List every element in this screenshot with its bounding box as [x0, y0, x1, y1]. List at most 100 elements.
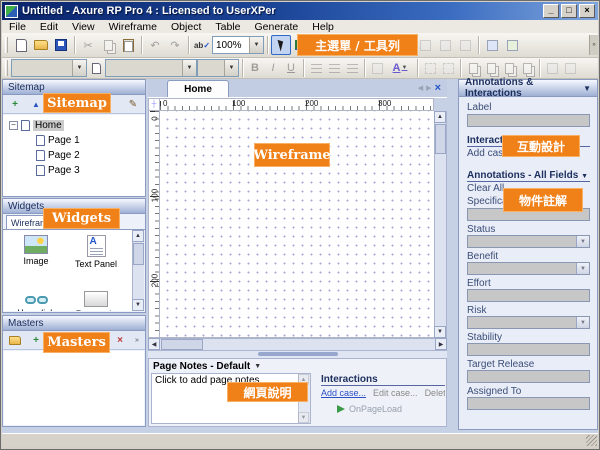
pointer-tool-button[interactable] — [271, 35, 291, 55]
copy-button[interactable] — [98, 35, 118, 55]
paste-button[interactable] — [118, 35, 138, 55]
target-release-input[interactable] — [467, 370, 590, 383]
send-to-back-button[interactable] — [482, 59, 500, 77]
scroll-down-icon[interactable]: ▼ — [298, 412, 309, 423]
text-align-right-button[interactable] — [343, 59, 361, 77]
style-select[interactable]: ▼ — [11, 59, 87, 77]
spellcheck-button[interactable]: ab✓ — [192, 35, 212, 55]
chevron-down-icon[interactable]: ▼ — [182, 60, 196, 76]
menu-wireframe[interactable]: Wireframe — [102, 21, 164, 33]
toolbar-grip[interactable] — [5, 37, 8, 53]
ungroup-button[interactable] — [439, 59, 457, 77]
open-master-button[interactable] — [7, 333, 23, 348]
style-editor-button[interactable] — [87, 59, 105, 77]
undo-button[interactable]: ↶ — [145, 35, 165, 55]
chevron-down-icon[interactable]: ▼ — [254, 363, 261, 370]
add-page-button[interactable]: + — [7, 97, 23, 112]
font-color-button[interactable]: A▼ — [386, 59, 414, 77]
scrollbar-thumb[interactable] — [161, 339, 203, 350]
menu-help[interactable]: Help — [305, 21, 341, 33]
menu-edit[interactable]: Edit — [33, 21, 65, 33]
label-input[interactable] — [467, 114, 590, 127]
bold-button[interactable]: B — [246, 59, 264, 77]
text-align-left-button[interactable] — [307, 59, 325, 77]
open-button[interactable] — [31, 35, 51, 55]
minimize-button[interactable]: _ — [543, 4, 559, 18]
new-button[interactable] — [11, 35, 31, 55]
menu-view[interactable]: View — [65, 21, 102, 33]
add-master-button[interactable]: + — [28, 333, 44, 348]
font-select[interactable]: ▼ — [105, 59, 197, 77]
edit-page-button[interactable]: ✎ — [125, 97, 141, 112]
chevron-down-icon[interactable]: ▼ — [72, 60, 86, 76]
align-objects-top-button[interactable] — [561, 59, 579, 77]
delete-master-button[interactable]: × — [112, 333, 128, 348]
chevron-down-icon[interactable]: ▼ — [576, 317, 589, 328]
line-spacing-button[interactable] — [368, 59, 386, 77]
widget-text-panel[interactable]: A Text Panel — [68, 235, 124, 269]
delete-case-link[interactable]: Delete ca — [425, 388, 445, 398]
menu-file[interactable]: File — [2, 21, 33, 33]
move-up-button[interactable]: ▲ — [28, 97, 44, 112]
canvas-vertical-scrollbar[interactable]: ▲ ▼ — [434, 111, 447, 338]
chevron-down-icon[interactable]: ▼ — [581, 173, 588, 180]
canvas-horizontal-scrollbar[interactable]: ◀ ▶ — [148, 338, 447, 351]
scroll-right-icon[interactable]: ▶ — [435, 338, 447, 350]
menu-table[interactable]: Table — [208, 21, 247, 33]
bring-forward-button[interactable] — [500, 59, 518, 77]
next-tab-icon[interactable]: ▶ — [426, 84, 431, 92]
close-button[interactable]: × — [579, 4, 595, 18]
clear-all-link[interactable]: Clear All — [467, 183, 504, 194]
align-left-button[interactable] — [415, 35, 435, 55]
menu-generate[interactable]: Generate — [247, 21, 305, 33]
underline-button[interactable]: U — [282, 59, 300, 77]
page-notes-title[interactable]: Page Notes - Default — [153, 361, 250, 372]
widget-rectangle[interactable]: Rectangle — [68, 285, 124, 311]
toolbar-overflow-button[interactable]: » — [589, 35, 598, 55]
align-center-button[interactable] — [435, 35, 455, 55]
edit-case-link[interactable]: Edit case... — [373, 388, 418, 398]
text-align-center-button[interactable] — [325, 59, 343, 77]
tab-home[interactable]: Home — [167, 80, 229, 97]
status-select[interactable]: ▼ — [467, 235, 590, 248]
chevron-down-icon[interactable]: ▼ — [576, 236, 589, 247]
table-insert-button[interactable] — [482, 35, 502, 55]
chevron-down-icon[interactable]: ▼ — [224, 60, 238, 76]
scrollbar-thumb[interactable] — [133, 243, 144, 265]
widget-hyperlink[interactable]: Hyperlink — [8, 288, 64, 311]
scroll-up-icon[interactable]: ▲ — [132, 230, 144, 242]
masters-panel-header[interactable]: Masters — [3, 316, 145, 331]
risk-select[interactable]: ▼ — [467, 316, 590, 329]
bring-to-front-button[interactable] — [464, 59, 482, 77]
resize-grip[interactable] — [586, 435, 597, 446]
notes-splitter[interactable] — [148, 351, 447, 358]
effort-input[interactable] — [467, 289, 590, 302]
align-right-button[interactable] — [455, 35, 475, 55]
italic-button[interactable]: I — [264, 59, 282, 77]
tree-item-home[interactable]: − Home — [3, 118, 145, 133]
save-button[interactable] — [51, 35, 71, 55]
collapse-icon[interactable]: − — [9, 121, 18, 130]
scroll-down-icon[interactable]: ▼ — [434, 326, 446, 338]
scroll-left-icon[interactable]: ◀ — [148, 338, 160, 350]
chevron-down-icon[interactable]: ▼ — [583, 84, 591, 93]
group-button[interactable] — [421, 59, 439, 77]
assigned-to-input[interactable] — [467, 397, 590, 410]
table-grid-button[interactable] — [502, 35, 522, 55]
widgets-scrollbar[interactable]: ▲ ▼ — [132, 230, 144, 311]
chevron-down-icon[interactable]: ▼ — [576, 263, 589, 274]
redo-button[interactable]: ↷ — [165, 35, 185, 55]
align-objects-left-button[interactable] — [543, 59, 561, 77]
tree-item-page1[interactable]: Page 1 — [3, 133, 145, 148]
scroll-up-icon[interactable]: ▲ — [434, 111, 446, 123]
chevron-down-icon[interactable]: ▼ — [249, 37, 263, 53]
close-tab-icon[interactable]: × — [435, 82, 441, 94]
benefit-select[interactable]: ▼ — [467, 262, 590, 275]
scroll-down-icon[interactable]: ▼ — [132, 299, 144, 311]
tree-item-page3[interactable]: Page 3 — [3, 163, 145, 178]
toolbar-grip[interactable] — [5, 60, 8, 76]
masters-list[interactable] — [4, 351, 144, 425]
add-case-link[interactable]: Add case... — [321, 388, 366, 398]
menu-object[interactable]: Object — [164, 21, 208, 33]
cut-button[interactable]: ✂ — [78, 35, 98, 55]
